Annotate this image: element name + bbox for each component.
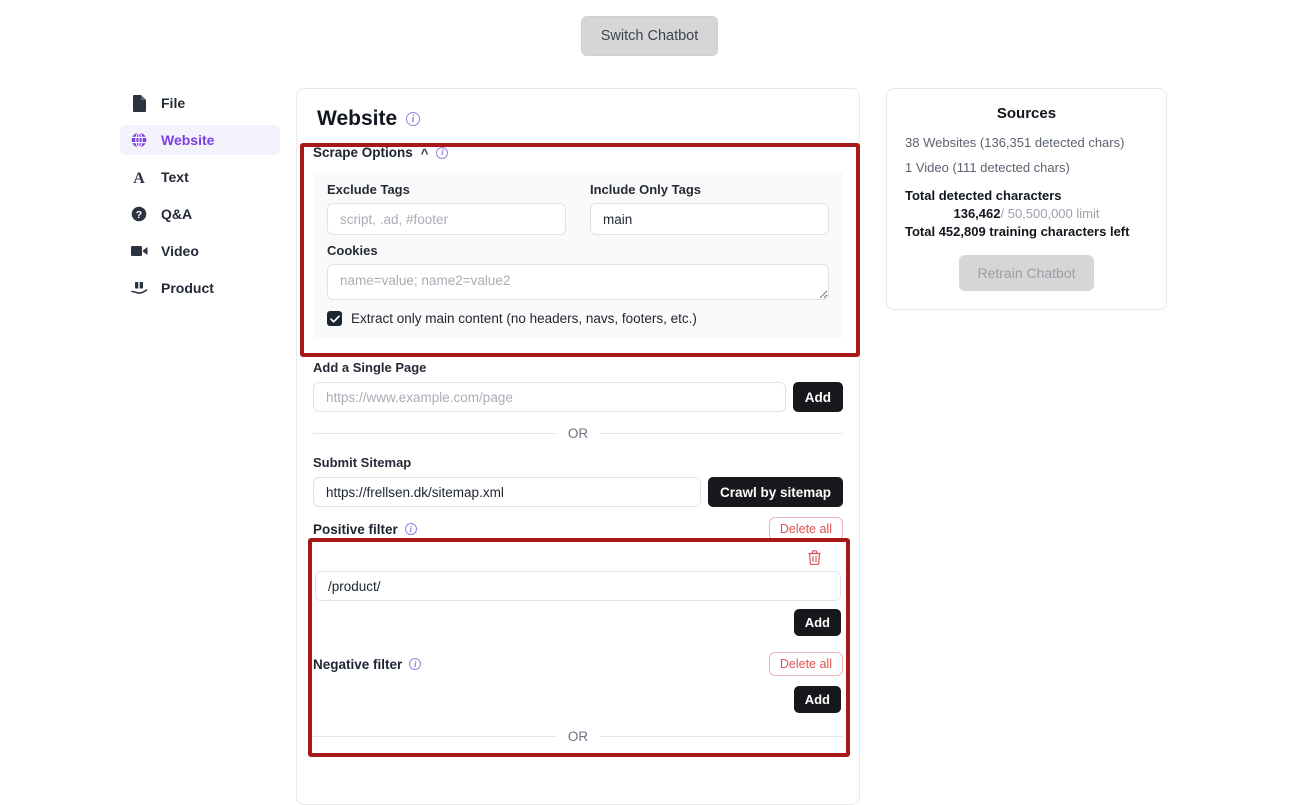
svg-text:?: ? bbox=[136, 209, 142, 221]
info-icon[interactable]: i bbox=[405, 523, 417, 535]
product-icon bbox=[130, 279, 148, 297]
add-single-page-button[interactable]: Add bbox=[793, 382, 843, 412]
scrape-options-body: Exclude Tags Include Only Tags Cookies bbox=[313, 172, 843, 338]
sidebar-item-video[interactable]: Video bbox=[120, 236, 280, 266]
sidebar-item-label: Product bbox=[161, 280, 214, 296]
video-icon bbox=[130, 242, 148, 260]
total-detected-label: Total detected characters bbox=[905, 188, 1148, 203]
submit-sitemap-label: Submit Sitemap bbox=[313, 455, 843, 470]
sources-video-line: 1 Video (111 detected chars) bbox=[905, 160, 1148, 175]
sitemap-input[interactable] bbox=[313, 477, 701, 507]
switch-chatbot-button[interactable]: Switch Chatbot bbox=[581, 16, 719, 56]
positive-filter-entry bbox=[313, 549, 843, 601]
or-divider-2: OR bbox=[313, 729, 843, 744]
or-label: OR bbox=[568, 426, 588, 441]
retrain-chatbot-button[interactable]: Retrain Chatbot bbox=[959, 255, 1093, 291]
positive-filter-delete-all-button[interactable]: Delete all bbox=[769, 517, 843, 541]
or-label: OR bbox=[568, 729, 588, 744]
exclude-tags-input[interactable] bbox=[327, 203, 566, 235]
svg-text:A: A bbox=[133, 170, 145, 185]
sources-panel: Sources 38 Websites (136,351 detected ch… bbox=[886, 88, 1167, 310]
add-single-page-label: Add a Single Page bbox=[313, 360, 843, 375]
sidebar-item-label: Q&A bbox=[161, 206, 192, 222]
extract-main-content-row: Extract only main content (no headers, n… bbox=[327, 311, 829, 326]
delete-icon[interactable] bbox=[808, 550, 821, 570]
cookies-label: Cookies bbox=[327, 243, 829, 258]
positive-filter-label: Positive filter bbox=[313, 522, 398, 537]
total-chars-number: 136,462 bbox=[953, 206, 1000, 221]
add-single-page-section: Add a Single Page Add bbox=[297, 360, 859, 412]
positive-filter-add-button[interactable]: Add bbox=[794, 609, 841, 636]
info-icon[interactable]: i bbox=[409, 658, 421, 670]
page-title: Website i bbox=[297, 89, 859, 131]
sidebar-item-website[interactable]: Website bbox=[120, 125, 280, 155]
single-page-input[interactable] bbox=[313, 382, 786, 412]
include-only-tags-input[interactable] bbox=[590, 203, 829, 235]
negative-filter-add-button[interactable]: Add bbox=[794, 686, 841, 713]
positive-filter-block: Positive filter i Delete all bbox=[313, 517, 843, 636]
include-only-tags-group: Include Only Tags bbox=[590, 182, 829, 235]
total-detected-value: 136,462/ 50,500,000 limit bbox=[905, 206, 1148, 221]
negative-filter-block: Negative filter i Delete all Add bbox=[313, 652, 843, 713]
sources-title: Sources bbox=[905, 105, 1148, 122]
exclude-tags-group: Exclude Tags bbox=[327, 182, 566, 235]
negative-filter-delete-all-button[interactable]: Delete all bbox=[769, 652, 843, 676]
positive-filter-input[interactable] bbox=[315, 571, 841, 601]
sidebar-item-label: File bbox=[161, 95, 185, 111]
sidebar-item-file[interactable]: File bbox=[120, 88, 280, 118]
sidebar-item-qa[interactable]: ? Q&A bbox=[120, 199, 280, 229]
filters-section: Positive filter i Delete all bbox=[297, 517, 859, 713]
exclude-tags-label: Exclude Tags bbox=[327, 182, 566, 197]
globe-icon bbox=[130, 131, 148, 149]
or-divider-1: OR bbox=[313, 426, 843, 441]
scrape-options-section: Scrape Options ^ i Exclude Tags Include … bbox=[297, 131, 859, 338]
scrape-options-label: Scrape Options bbox=[313, 145, 413, 160]
sidebar-item-label: Website bbox=[161, 132, 214, 148]
sidebar: File Website A Text ? Q&A Video bbox=[120, 88, 280, 310]
chevron-up-icon[interactable]: ^ bbox=[421, 147, 429, 160]
training-characters-left: Total 452,809 training characters left bbox=[905, 224, 1148, 239]
cookies-group: Cookies bbox=[327, 243, 829, 300]
cookies-textarea[interactable] bbox=[327, 264, 829, 300]
extract-main-content-checkbox[interactable] bbox=[327, 311, 342, 326]
info-icon[interactable]: i bbox=[406, 112, 420, 126]
info-icon[interactable]: i bbox=[436, 147, 448, 159]
top-bar: Switch Chatbot bbox=[0, 0, 1299, 72]
sources-websites-line: 38 Websites (136,351 detected chars) bbox=[905, 135, 1148, 150]
sidebar-item-product[interactable]: Product bbox=[120, 273, 280, 303]
include-only-tags-label: Include Only Tags bbox=[590, 182, 829, 197]
negative-filter-label: Negative filter bbox=[313, 657, 402, 672]
sidebar-item-text[interactable]: A Text bbox=[120, 162, 280, 192]
total-chars-limit: / 50,500,000 limit bbox=[1000, 206, 1099, 221]
sidebar-item-label: Video bbox=[161, 243, 199, 259]
question-icon: ? bbox=[130, 205, 148, 223]
submit-sitemap-section: Submit Sitemap Crawl by sitemap bbox=[297, 455, 859, 507]
crawl-by-sitemap-button[interactable]: Crawl by sitemap bbox=[708, 477, 843, 507]
sidebar-item-label: Text bbox=[161, 169, 189, 185]
extract-main-content-label: Extract only main content (no headers, n… bbox=[351, 311, 697, 326]
app-root: Switch Chatbot File Website A Text ? bbox=[0, 0, 1299, 805]
scrape-options-header[interactable]: Scrape Options ^ i bbox=[313, 145, 843, 160]
file-icon bbox=[130, 94, 148, 112]
negative-filter-title: Negative filter i bbox=[313, 657, 421, 672]
website-panel: Website i Scrape Options ^ i Exclude Tag… bbox=[296, 88, 860, 805]
page-title-text: Website bbox=[317, 107, 397, 131]
text-icon: A bbox=[130, 168, 148, 186]
positive-filter-title: Positive filter i bbox=[313, 522, 417, 537]
